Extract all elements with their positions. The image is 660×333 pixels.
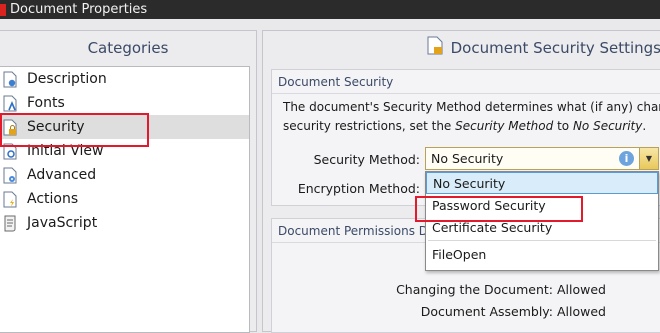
select-value: No Security — [431, 151, 504, 166]
settings-heading-row: Document Security Settings — [263, 31, 660, 64]
window-title: Document Properties — [10, 2, 148, 17]
category-advanced[interactable]: Advanced — [0, 163, 249, 187]
description-line: The document's Security Method determine… — [283, 100, 660, 114]
category-label: Description — [27, 71, 107, 87]
chevron-down-icon[interactable]: ▼ — [639, 148, 658, 169]
encryption-method-label: Encryption Method: — [297, 181, 420, 196]
window-titlebar: Document Properties — [0, 0, 660, 19]
category-description[interactable]: Description — [0, 67, 249, 91]
permission-row-changing: Changing the Document: Allowed — [396, 282, 606, 297]
categories-pane: Categories Description Fonts Security In… — [0, 30, 257, 333]
annotation-password-security-highlight — [415, 196, 583, 222]
category-javascript[interactable]: JavaScript — [0, 211, 249, 235]
category-actions[interactable]: Actions — [0, 187, 249, 211]
settings-heading: Document Security Settings — [450, 38, 660, 57]
app-icon — [0, 3, 6, 16]
category-label: Advanced — [27, 167, 97, 183]
document-lock-icon — [427, 36, 443, 59]
category-label: Fonts — [27, 95, 65, 111]
security-description: The document's Security Method determine… — [272, 94, 660, 136]
security-method-select[interactable]: No Security i ▼ — [425, 147, 659, 170]
info-icon[interactable]: i — [619, 151, 634, 166]
document-font-icon — [3, 95, 17, 112]
group-title: Document Security — [272, 70, 660, 94]
separator — [428, 240, 656, 241]
security-method-label: Security Method: — [313, 152, 420, 167]
category-label: JavaScript — [27, 215, 98, 231]
script-scroll-icon — [3, 215, 17, 232]
categories-heading: Categories — [87, 38, 169, 57]
description-line: security restrictions, set the Security … — [283, 119, 647, 133]
option-no-security[interactable]: No Security — [426, 172, 658, 194]
option-fileopen[interactable]: FileOpen — [426, 243, 658, 265]
categories-list: Description Fonts Security Initial View … — [0, 66, 250, 333]
permission-row-assembly: Document Assembly: Allowed — [420, 304, 606, 319]
annotation-security-highlight — [0, 113, 149, 147]
category-label: Actions — [27, 191, 79, 207]
document-gear-icon — [3, 167, 17, 184]
category-fonts[interactable]: Fonts — [0, 91, 249, 115]
document-info-icon — [3, 71, 17, 88]
document-lightning-icon — [3, 191, 17, 208]
